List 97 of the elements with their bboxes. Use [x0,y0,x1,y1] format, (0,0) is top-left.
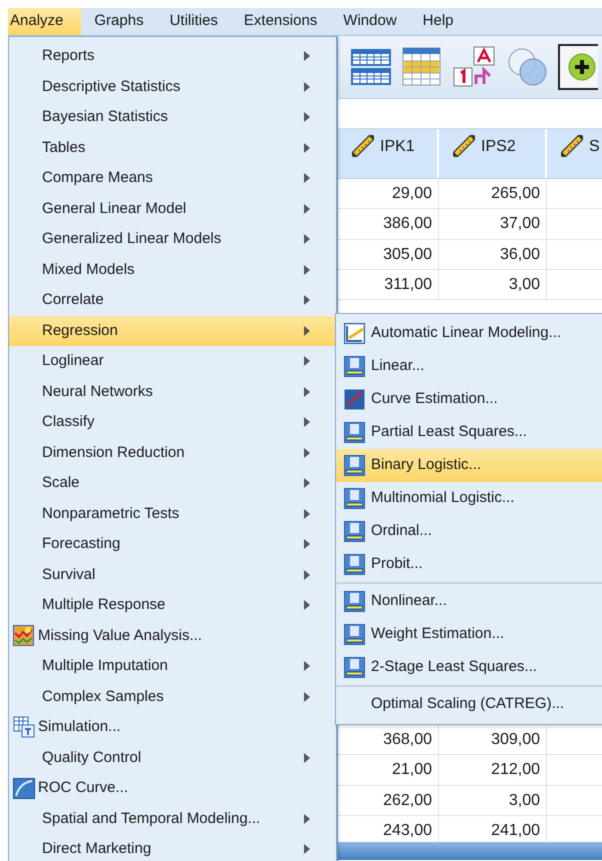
submenu-arrow-icon [304,661,310,672]
table-cell: 305,00 [338,240,439,269]
ruler-icon [453,135,475,157]
ruler-icon [352,135,374,157]
submenu-arrow-icon [304,112,310,122]
submenu-arrow-icon [304,508,310,519]
table-cell: 29,00 [338,179,439,208]
menu-item[interactable]: Weight Estimation... [336,618,602,651]
submenu-arrow-icon [304,692,310,702]
table-cell: 265,00 [439,179,547,208]
regression-procedure-icon [344,488,365,509]
curve-chart-icon [344,389,365,410]
column-header[interactable]: IPS2 [439,129,547,178]
column-header[interactable]: S [547,129,602,178]
regression-procedure-icon [344,455,365,476]
menu-item[interactable]: Descriptive Statistics [9,72,336,102]
menu-item[interactable]: Graphs [92,8,157,35]
menu-item[interactable]: Analyze [8,8,82,35]
menu-item[interactable]: 2-Stage Least Squares... [336,651,602,684]
regression-procedure-icon [344,657,365,678]
submenu-arrow-icon [304,539,310,550]
table-cell: 21,00 [338,755,439,785]
submenu-arrow-icon [304,173,310,184]
submenu-arrow-icon [304,82,310,92]
submenu-arrow-icon [304,600,310,610]
submenu-arrow-icon [304,234,310,244]
submenu-arrow-icon [304,570,310,580]
menu-item[interactable]: Generalized Linear Models [9,224,336,254]
simulation-icon [12,716,34,738]
submenu-arrow-icon [304,814,310,824]
submenu-arrow-icon [304,204,310,214]
menu-item[interactable]: Extensions [242,8,330,35]
submenu-arrow-icon [304,326,310,336]
missing-values-icon [13,625,34,646]
menu-item[interactable]: Binary Logistic... [336,449,602,482]
menu-item[interactable]: Spatial and Temporal Modeling... [9,804,336,834]
menu-item[interactable]: Window [341,8,410,35]
menu-item[interactable]: Utilities [168,8,231,35]
table-cell: 3,00 [439,270,547,300]
submenu-arrow-icon [304,142,310,153]
menu-item[interactable]: Simulation... [9,712,336,742]
submenu-arrow-icon [304,752,310,763]
menu-item[interactable]: Mixed Models [9,254,336,285]
column-title: S [589,137,600,157]
regression-procedure-icon [344,554,365,575]
menu-item[interactable]: Probit... [336,548,602,581]
submenu-arrow-icon [304,356,310,366]
ruler-icon [561,135,583,157]
add-button-icon[interactable] [558,44,598,90]
table-icon[interactable] [402,47,442,87]
menu-item[interactable]: Automatic Linear Modeling... [336,317,602,350]
menu-item[interactable]: Regression [9,316,336,346]
menu-item[interactable]: Multinomial Logistic... [336,482,602,515]
regression-procedure-icon [344,591,365,612]
submenu-arrow-icon [304,264,310,275]
table-cell: 386,00 [338,209,439,239]
menu-item[interactable]: Quality Control [9,742,336,773]
submenu-arrow-icon [304,295,310,306]
table-cell: 311,00 [338,270,439,300]
regression-procedure-icon [344,521,365,542]
menu-item[interactable]: Partial Least Squares... [336,416,602,449]
submenu-arrow-icon [304,417,310,428]
column-title: IPS2 [481,137,516,157]
column-title: IPK1 [380,137,415,157]
roc-curve-icon [12,778,34,799]
submenu-arrow-icon [304,386,310,397]
table-cell: 212,00 [439,755,547,785]
regression-procedure-icon [344,356,365,377]
menu-item[interactable]: Tables [9,132,336,163]
table-cell: 262,00 [338,786,439,815]
menu-item[interactable]: Bayesian Statistics [9,102,336,132]
table-cell: 3,00 [439,786,547,815]
menu-item[interactable]: Curve Estimation... [336,383,602,416]
menu-item[interactable]: Optimal Scaling (CATREG)... [336,688,602,721]
menu-item[interactable]: Help [420,8,467,35]
table-cell: 37,00 [439,209,547,239]
menu-item[interactable]: Nonlinear... [336,585,602,618]
data-grid-icon[interactable] [350,47,394,87]
menu-item[interactable]: Linear... [336,350,602,383]
submenu-arrow-icon [304,51,310,62]
menu-item[interactable]: Ordinal... [336,515,602,548]
auto-linear-icon [344,323,365,344]
table-cell: 36,00 [439,240,547,269]
submenu-arrow-icon [304,844,310,854]
submenu-arrow-icon [304,478,310,488]
menu-item[interactable]: General Linear Model [9,194,336,224]
menu-item[interactable]: Missing Value Analysis... [9,620,336,651]
menu-item[interactable]: Correlate [9,285,336,316]
column-header[interactable]: IPK1 [338,129,439,178]
regression-procedure-icon [344,422,365,443]
menu-item[interactable]: Direct Marketing [9,834,336,861]
menu-item[interactable]: Reports [9,41,336,72]
regression-procedure-icon [344,624,365,645]
menu-item[interactable]: Compare Means [9,163,336,194]
submenu-arrow-icon [304,448,310,458]
scrollbar[interactable] [338,842,602,860]
menu-item[interactable]: ROC Curve... [9,773,336,804]
